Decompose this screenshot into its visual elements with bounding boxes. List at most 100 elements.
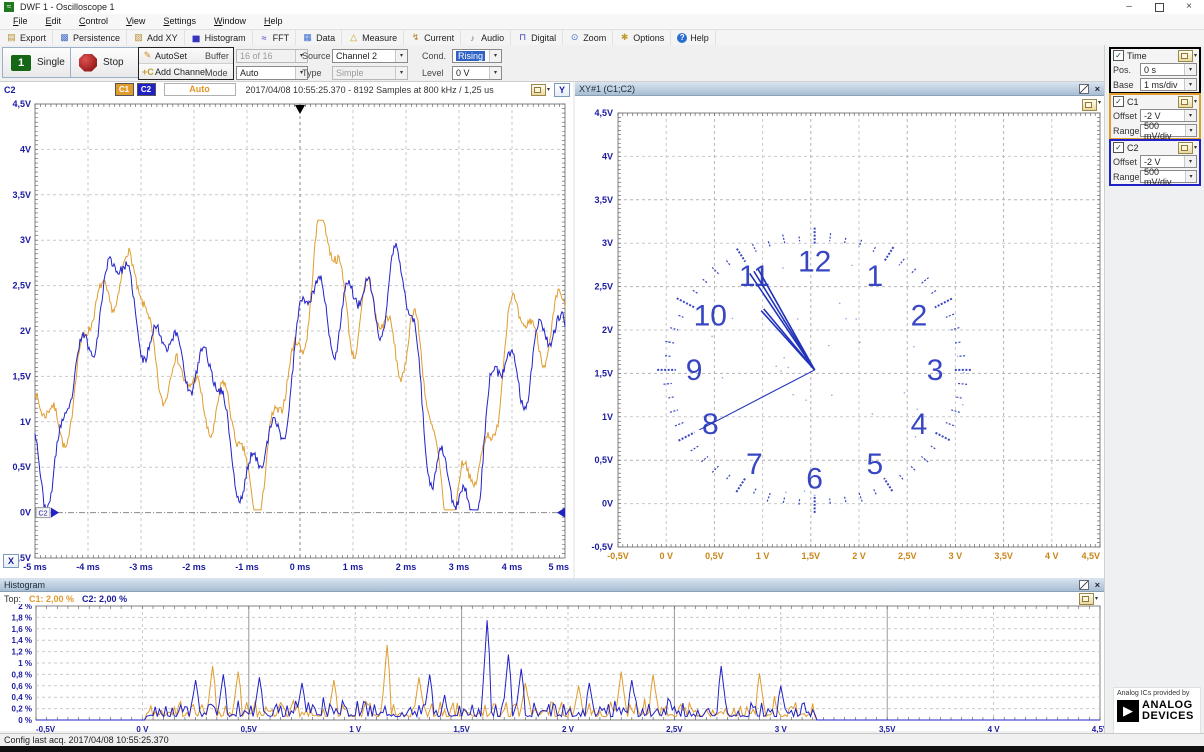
toolbar-persistence[interactable]: ▩Persistence: [53, 30, 127, 45]
svg-text:10: 10: [694, 300, 727, 333]
histogram-window: Histogram × Top: C1: 2,00 % C2: 2,00 % ▾…: [0, 578, 1104, 731]
type-select[interactable]: Simple▾: [332, 66, 408, 80]
add-channel-label: Add Channel: [155, 67, 207, 77]
minimize-button[interactable]: –: [1114, 0, 1144, 14]
svg-text:1 ms: 1 ms: [343, 562, 364, 572]
gear-icon[interactable]: [1178, 142, 1193, 154]
range-label: Range: [1113, 126, 1140, 136]
close-panel-icon[interactable]: ×: [1095, 85, 1100, 93]
menu-view[interactable]: View: [117, 14, 154, 29]
menu-file[interactable]: File: [4, 14, 37, 29]
gear-icon[interactable]: [531, 84, 546, 96]
measure-icon: △: [348, 32, 359, 43]
scope-window: C2 C1C2 Auto 2017/04/08 10:55:25.370 - 8…: [0, 82, 573, 578]
svg-text:0,4 %: 0,4 %: [12, 693, 32, 702]
chevron-down-icon[interactable]: ▾: [489, 50, 501, 62]
toolbar-data[interactable]: ▦Data: [296, 30, 342, 45]
svg-text:3V: 3V: [20, 235, 31, 245]
type-label: Type: [302, 68, 322, 78]
checkbox-icon[interactable]: ✓: [1113, 96, 1124, 107]
svg-text:0V: 0V: [602, 499, 613, 509]
svg-text:3,5V: 3,5V: [994, 551, 1013, 561]
range-select[interactable]: 500 mV/div▾: [1140, 124, 1197, 137]
panel-time-row: Base1 ms/div▾: [1111, 77, 1199, 92]
svg-text:3 V: 3 V: [949, 551, 963, 561]
autoset-label: AutoSet: [155, 51, 187, 61]
channel-buttons: C1C2: [112, 83, 156, 96]
gear-icon[interactable]: [1178, 50, 1193, 62]
toolbar-digital[interactable]: ⊓Digital: [511, 30, 563, 45]
window-controls: – ×: [1114, 0, 1204, 14]
range-select[interactable]: 500 mV/div▾: [1140, 170, 1197, 183]
chevron-down-icon[interactable]: ▾: [395, 67, 407, 79]
checkbox-icon[interactable]: ✓: [1113, 142, 1124, 153]
gear-icon[interactable]: [1178, 96, 1193, 108]
base-select[interactable]: 1 ms/div▾: [1140, 78, 1197, 91]
svg-text:3: 3: [927, 354, 944, 387]
export-icon: ▤: [6, 32, 17, 43]
add-xy-icon: ▧: [133, 32, 144, 43]
menu-edit[interactable]: Edit: [37, 14, 71, 29]
gear-wrap[interactable]: ▾: [1178, 96, 1197, 108]
status-text: Config last acq. 2017/04/08 10:55:25.370: [4, 735, 169, 745]
value: 500 mV/div: [1144, 167, 1185, 187]
menu-settings[interactable]: Settings: [154, 14, 205, 29]
toolbar-current-label: Current: [424, 33, 454, 43]
gear-wrap[interactable]: ▾: [1178, 142, 1197, 154]
chevron-down-icon[interactable]: ▾: [1185, 171, 1196, 182]
chevron-down-icon: ▾: [1194, 144, 1197, 151]
panel-c2-header: ✓C2▾: [1111, 141, 1199, 154]
panel-c1-row: Range500 mV/div▾: [1111, 123, 1199, 138]
cond-select[interactable]: Rising▾: [452, 49, 502, 63]
chevron-down-icon[interactable]: ▾: [1185, 125, 1196, 136]
scope-plot[interactable]: 4,5V4V3,5V3V2,5V2V1,5V1V0,5V0V-0,5V-5 ms…: [0, 97, 573, 578]
menu-control[interactable]: Control: [70, 14, 117, 29]
chevron-down-icon[interactable]: ▾: [1184, 64, 1196, 75]
close-button[interactable]: ×: [1174, 0, 1204, 14]
chevron-down-icon[interactable]: ▾: [1184, 79, 1196, 90]
toolbar-audio[interactable]: ♪Audio: [461, 30, 511, 45]
chevron-down-icon[interactable]: ▾: [1184, 156, 1196, 167]
level-value: 0 V: [456, 68, 470, 78]
pin-icon[interactable]: [1079, 580, 1089, 590]
toolbar-help[interactable]: ?Help: [671, 30, 716, 45]
toolbar-histogram[interactable]: ▅Histogram: [185, 30, 253, 45]
checkbox-icon[interactable]: ✓: [1113, 50, 1124, 61]
toolbar-add-xy-label: Add XY: [147, 33, 178, 43]
chevron-down-icon[interactable]: ▾: [395, 50, 407, 62]
channel-button-c1[interactable]: C1: [115, 83, 134, 96]
toolbar-export[interactable]: ▤Export: [0, 30, 53, 45]
histogram-plot[interactable]: 2 %1,8 %1,6 %1,4 %1,2 %1 %0,8 %0,6 %0,4 …: [0, 604, 1104, 736]
level-select[interactable]: 0 V ▾: [452, 66, 502, 80]
mode-value: Auto: [240, 68, 259, 78]
histogram-icon: ▅: [191, 32, 202, 43]
toolbar-zoom[interactable]: ⊙Zoom: [563, 30, 613, 45]
pos.-select[interactable]: 0 s▾: [1140, 63, 1197, 76]
histogram-titlebar: Histogram ×: [0, 578, 1104, 592]
window-title: DWF 1 - Oscilloscope 1: [20, 2, 115, 12]
gear-icon[interactable]: [1079, 593, 1094, 605]
pin-icon[interactable]: [1079, 84, 1089, 94]
svg-text:3 ms: 3 ms: [449, 562, 470, 572]
svg-text:1V: 1V: [20, 417, 31, 427]
x-axis-button[interactable]: X: [3, 554, 19, 568]
menu-window[interactable]: Window: [205, 14, 255, 29]
y-axis-button[interactable]: Y: [554, 83, 570, 97]
channel-button-c2[interactable]: C2: [137, 83, 156, 96]
menu-help[interactable]: Help: [255, 14, 292, 29]
close-panel-icon[interactable]: ×: [1095, 581, 1100, 589]
source-select[interactable]: Channel 2▾: [332, 49, 408, 63]
mode-select[interactable]: Auto▾: [236, 66, 308, 80]
buffer-select[interactable]: 16 of 16▾: [236, 49, 308, 63]
toolbar-measure[interactable]: △Measure: [342, 30, 404, 45]
chevron-down-icon[interactable]: ▾: [489, 67, 501, 79]
restore-button[interactable]: [1144, 0, 1174, 14]
toolbar-fft[interactable]: ≈FFT: [253, 30, 297, 45]
toolbar-add-xy[interactable]: ▧Add XY: [127, 30, 185, 45]
top-label: Top:: [4, 594, 21, 604]
chevron-down-icon[interactable]: ▾: [1184, 110, 1196, 121]
toolbar-options[interactable]: ✱Options: [613, 30, 671, 45]
toolbar-current[interactable]: ↯Current: [404, 30, 461, 45]
gear-wrap[interactable]: ▾: [1178, 50, 1197, 62]
xy-plot[interactable]: 4,5V4V3,5V3V2,5V2V1,5V1V0,5V0V-0,5V-0,5V…: [575, 95, 1104, 578]
